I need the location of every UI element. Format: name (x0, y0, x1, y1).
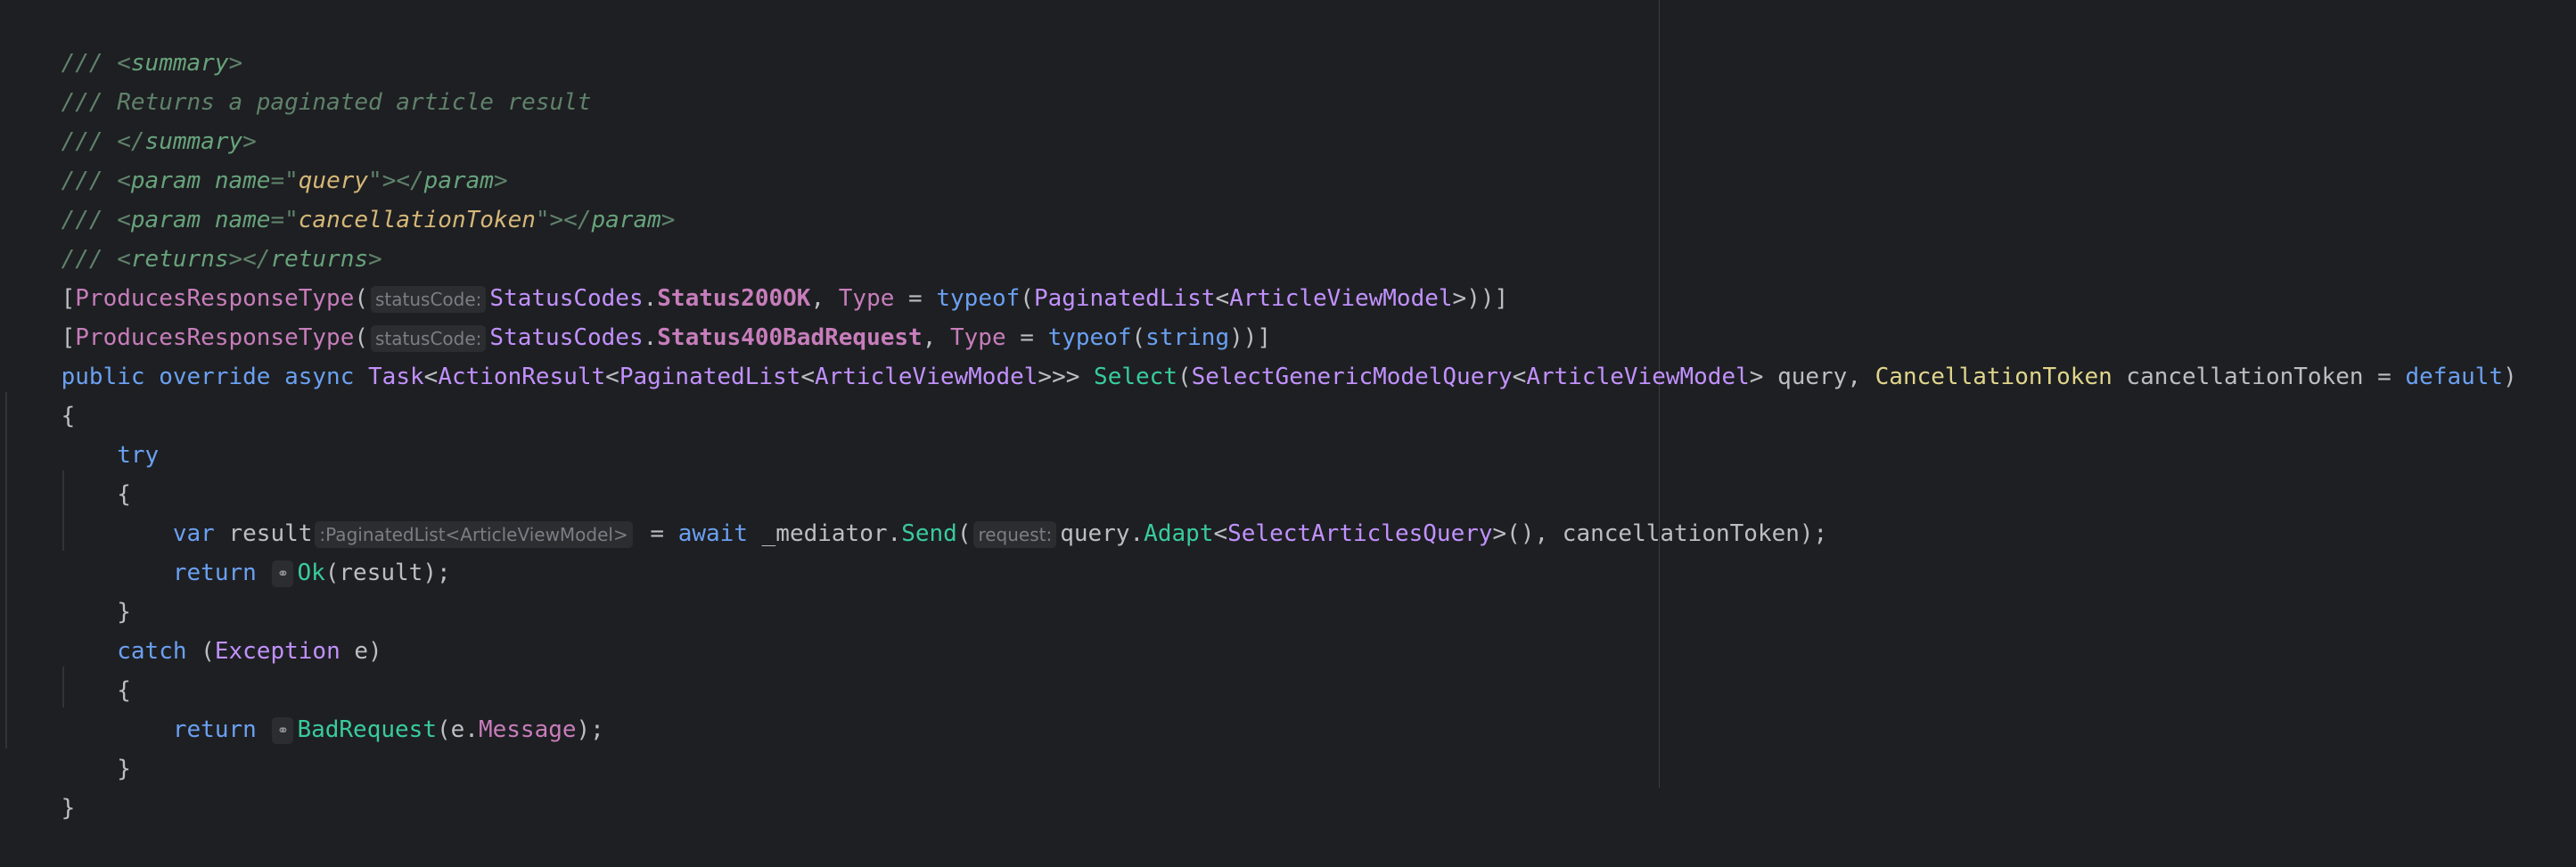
keyword: override (159, 364, 271, 390)
punctuation: >>> (1038, 364, 1095, 390)
punctuation: ( (186, 638, 215, 665)
code-line-5[interactable]: /// <param name="cancellationToken"></pa… (5, 161, 676, 233)
code-line-7[interactable]: [ProducesResponseType(statusCode: StatusC… (5, 240, 1508, 313)
method-name: Adapt (1144, 520, 1214, 547)
parameter-name-hint: request: (973, 520, 1057, 548)
usage-hint-icon[interactable]: ⚭ (272, 560, 294, 587)
code-line-6[interactable]: /// <returns></returns> (5, 200, 382, 273)
doc-punctuation: "></ (535, 207, 592, 233)
class-name: SelectArticlesQuery (1227, 520, 1493, 547)
method-name: Send (901, 520, 957, 547)
parameter-text: > query, (1749, 364, 1875, 390)
punctuation: (result); (324, 560, 451, 586)
code-line-4[interactable]: /// <param name="query"></param> (5, 122, 508, 194)
punctuation: < (1512, 364, 1527, 390)
code-line-20[interactable]: } (5, 749, 76, 822)
struct-name: CancellationToken (1875, 364, 2112, 390)
class-name: ArticleViewModel (814, 364, 1038, 390)
punctuation: ); (576, 716, 604, 743)
method-name: Select (1094, 364, 1177, 390)
variable-name: e) (340, 638, 382, 665)
class-name: Exception (214, 638, 340, 665)
code-line-9[interactable]: public override async Task<ActionResult<… (5, 318, 2517, 390)
property-name: Message (478, 716, 577, 743)
class-name: PaginatedList (619, 364, 801, 390)
punctuation: < (800, 364, 815, 390)
class-name: ArticleViewModel (1526, 364, 1750, 390)
punctuation: ( (956, 520, 972, 547)
code-line-14[interactable]: return ⚭ Ok(result); (5, 514, 451, 587)
keyword: return (172, 716, 257, 743)
code-line-12[interactable]: { (5, 436, 131, 508)
code-line-18[interactable]: return ⚭ BadRequest(e.Message); (5, 671, 604, 744)
class-name: SelectGenericModelQuery (1191, 364, 1513, 390)
code-line-13[interactable]: var result:PaginatedList<ArticleViewMode… (5, 475, 1827, 548)
code-line-17[interactable]: { (5, 632, 131, 704)
code-line-1[interactable]: /// <summary> (5, 4, 243, 77)
code-line-2[interactable]: /// Returns a paginated article result (5, 44, 592, 116)
class-name: Task (368, 364, 424, 390)
punctuation: < (1213, 520, 1228, 547)
code-line-15[interactable]: } (5, 553, 131, 626)
code-line-19[interactable]: } (5, 710, 131, 782)
parameter-text: cancellationToken = (2112, 364, 2406, 390)
usage-hint-icon[interactable]: ⚭ (272, 716, 294, 744)
punctuation: ( (1177, 364, 1192, 390)
doc-tag-name: param (591, 207, 661, 233)
field-name: _mediator (747, 520, 888, 547)
code-line-3[interactable]: /// </summary> (5, 83, 257, 155)
punctuation: < (605, 364, 619, 390)
punctuation: . (887, 520, 902, 547)
keyword: await (677, 520, 748, 547)
code-line-10[interactable]: { (5, 357, 76, 429)
punctuation: = (636, 520, 678, 547)
punctuation: ) (2503, 364, 2517, 390)
punctuation: (e. (436, 716, 479, 743)
class-name: ActionResult (438, 364, 606, 390)
keyword: default (2405, 364, 2504, 390)
punctuation: >(), cancellationToken); (1492, 520, 1828, 547)
punctuation: . (1129, 520, 1144, 547)
punctuation: < (423, 364, 439, 390)
method-name: BadRequest (297, 716, 437, 743)
brace: } (61, 795, 76, 822)
punctuation: >))] (1452, 285, 1509, 312)
keyword: async (284, 364, 355, 390)
code-editor[interactable]: /// <summary> /// Returns a paginated ar… (0, 0, 2576, 822)
code-line-16[interactable]: catch (Exception e) (5, 593, 381, 665)
doc-comment-suffix: > (660, 207, 676, 233)
keyword: return (172, 560, 257, 586)
method-name: Ok (297, 560, 325, 586)
variable-name: query (1060, 520, 1130, 547)
code-line-11[interactable]: try (5, 397, 159, 469)
code-line-8[interactable]: [ProducesResponseType(statusCode: StatusC… (5, 279, 1271, 352)
